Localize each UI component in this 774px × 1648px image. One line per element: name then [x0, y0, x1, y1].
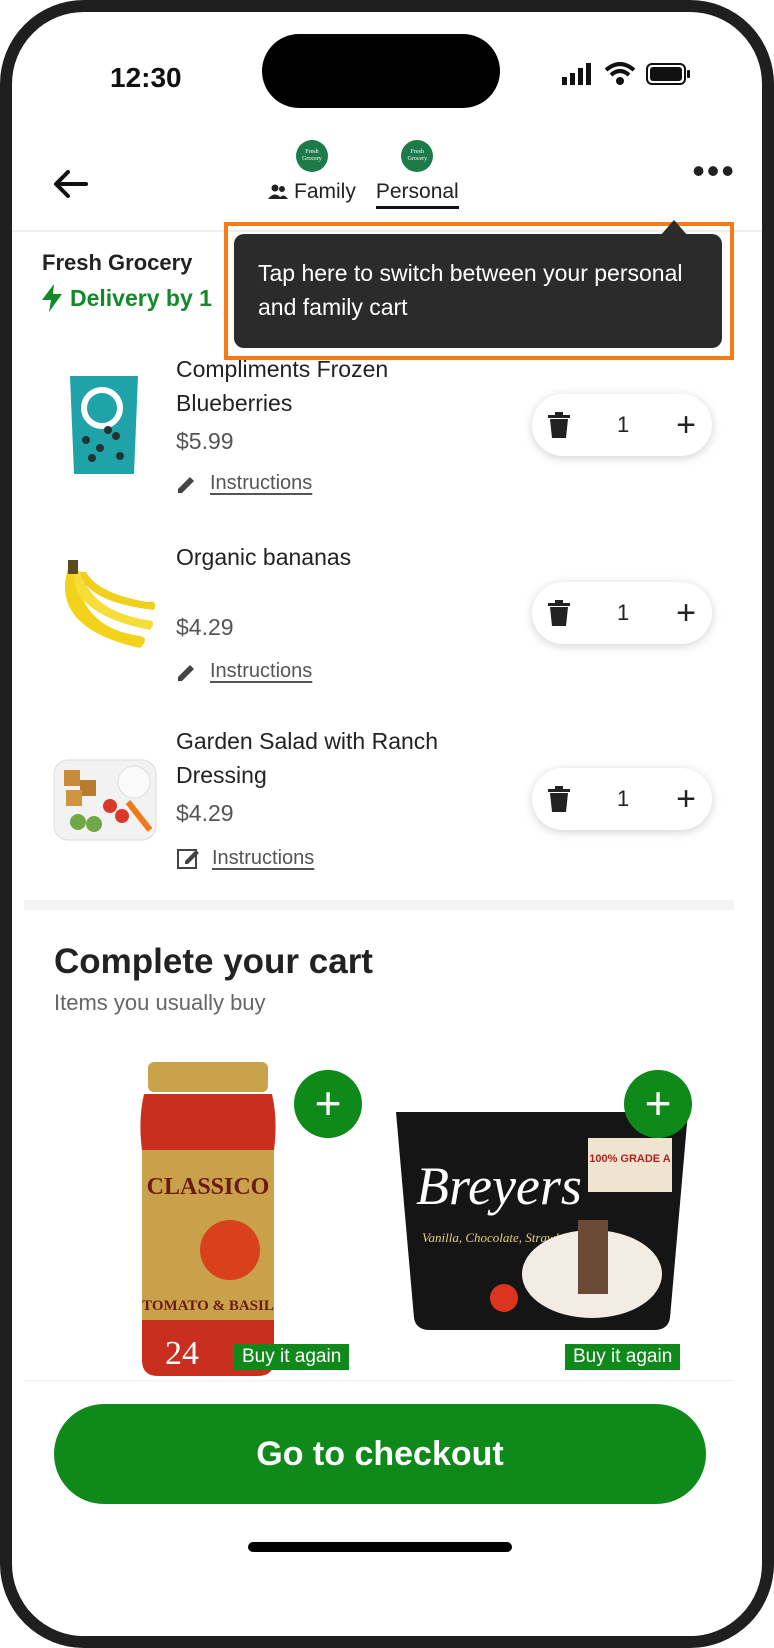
blueberries-image: [70, 376, 138, 474]
store-name: Fresh Grocery: [42, 250, 193, 275]
status-time: 12:30: [110, 62, 182, 93]
pencil-icon: [178, 476, 194, 493]
cart-switcher: Fresh Grocery Family Fresh Grocery Persona…: [268, 140, 459, 209]
instructions-link[interactable]: Instructions: [176, 660, 312, 683]
section-divider: [24, 900, 734, 910]
more-options-icon[interactable]: •••: [692, 153, 736, 189]
back-arrow-icon[interactable]: [50, 164, 90, 204]
item-price: $4.29: [176, 614, 234, 640]
instructions-link[interactable]: Instructions: [176, 472, 312, 495]
trash-icon[interactable]: [548, 786, 570, 812]
checkout-button[interactable]: Go to checkout: [54, 1404, 706, 1504]
recommended-product[interactable]: Breyers Vanilla, Chocolate, Strawberry 1…: [392, 1052, 702, 1370]
instructions-text: Instructions: [210, 660, 313, 682]
add-to-cart-button[interactable]: +: [624, 1070, 692, 1138]
tab-family[interactable]: Fresh Grocery Family: [268, 140, 356, 209]
quantity-stepper: 1 +: [532, 394, 712, 456]
delivery-info: Delivery by 1: [42, 284, 212, 312]
buy-again-badge: Buy it again: [234, 1344, 350, 1370]
jar-size-text: 24: [165, 1335, 199, 1372]
cart-item: Compliments Frozen Blueberries $5.99 Ins…: [24, 350, 734, 530]
pasta-sauce-image: CLASSICO TOMATO & BASIL 24: [140, 1062, 276, 1376]
tub-brand-text: Breyers: [416, 1156, 582, 1216]
lightning-icon: [42, 284, 62, 312]
delivery-text: Delivery by 1: [70, 284, 212, 311]
tub-grade-text: 100% GRADE A: [589, 1153, 671, 1165]
plus-icon[interactable]: +: [676, 596, 696, 630]
cart-switch-tooltip[interactable]: Tap here to switch between your personal…: [234, 234, 722, 348]
quantity-stepper: 1 +: [532, 768, 712, 830]
item-name: Organic bananas: [176, 544, 352, 570]
cart-header: Fresh Grocery Family Fresh Grocery Persona…: [12, 130, 762, 232]
section-subtitle: Items you usually buy: [54, 990, 266, 1015]
edit-note-icon: [177, 849, 199, 869]
cart-item: Organic bananas $4.29 Instructions 1 +: [24, 536, 734, 716]
add-to-cart-button[interactable]: +: [294, 1070, 362, 1138]
plus-icon[interactable]: +: [676, 408, 696, 442]
item-price: $5.99: [176, 428, 234, 454]
battery-icon: [646, 63, 690, 85]
tab-personal-text: Personal: [375, 180, 459, 203]
pencil-icon: [178, 664, 194, 681]
dynamic-island: [262, 34, 500, 108]
quantity-value: 1: [616, 412, 630, 437]
plus-icon[interactable]: +: [676, 782, 696, 816]
instructions-text: Instructions: [212, 846, 315, 869]
jar-brand-text: CLASSICO: [147, 1174, 270, 1200]
cart-item: Garden Salad with Ranch Dressing $4.29 I…: [24, 722, 734, 902]
store-logo: Fresh Grocery: [401, 140, 434, 172]
wifi-icon: [604, 62, 636, 85]
tab-personal[interactable]: Fresh Grocery Personal: [375, 140, 459, 209]
store-info: Fresh Grocery Delivery by 1: [42, 250, 212, 312]
tab-family-label: Family: [268, 180, 356, 206]
buy-again-badge: Buy it again: [565, 1344, 681, 1370]
instructions-link[interactable]: Instructions: [176, 846, 314, 870]
item-name: Compliments Frozen Blueberries: [176, 356, 389, 416]
ice-cream-image: Breyers Vanilla, Chocolate, Strawberry 1…: [396, 1112, 688, 1330]
instructions-text: Instructions: [210, 472, 313, 494]
quantity-value: 1: [616, 600, 630, 625]
status-icons: [562, 62, 692, 86]
section-title: Complete your cart: [54, 942, 373, 981]
item-price: $4.29: [176, 800, 234, 826]
jar-flavor-text: TOMATO & BASIL: [142, 1298, 274, 1314]
phone-frame: 12:30 Fresh Grocery Family Fresh Grocery…: [0, 0, 774, 1648]
tab-personal-label: Personal: [375, 180, 459, 209]
store-logo: Fresh Grocery: [295, 140, 328, 172]
item-name: Garden Salad with Ranch Dressing: [176, 728, 439, 788]
people-icon: [268, 184, 288, 199]
salad-image: [53, 759, 157, 841]
quantity-stepper: 1 +: [532, 582, 712, 644]
recommended-product[interactable]: CLASSICO TOMATO & BASIL 24 + Buy it agai…: [112, 1052, 372, 1376]
signal-icon: [562, 63, 591, 85]
trash-icon[interactable]: [548, 412, 570, 438]
home-indicator: [248, 1542, 512, 1552]
bananas-image: [65, 560, 156, 648]
quantity-value: 1: [616, 786, 630, 811]
trash-icon[interactable]: [548, 600, 570, 626]
tab-family-text: Family: [294, 180, 356, 203]
status-bar: 12:30: [12, 12, 762, 122]
